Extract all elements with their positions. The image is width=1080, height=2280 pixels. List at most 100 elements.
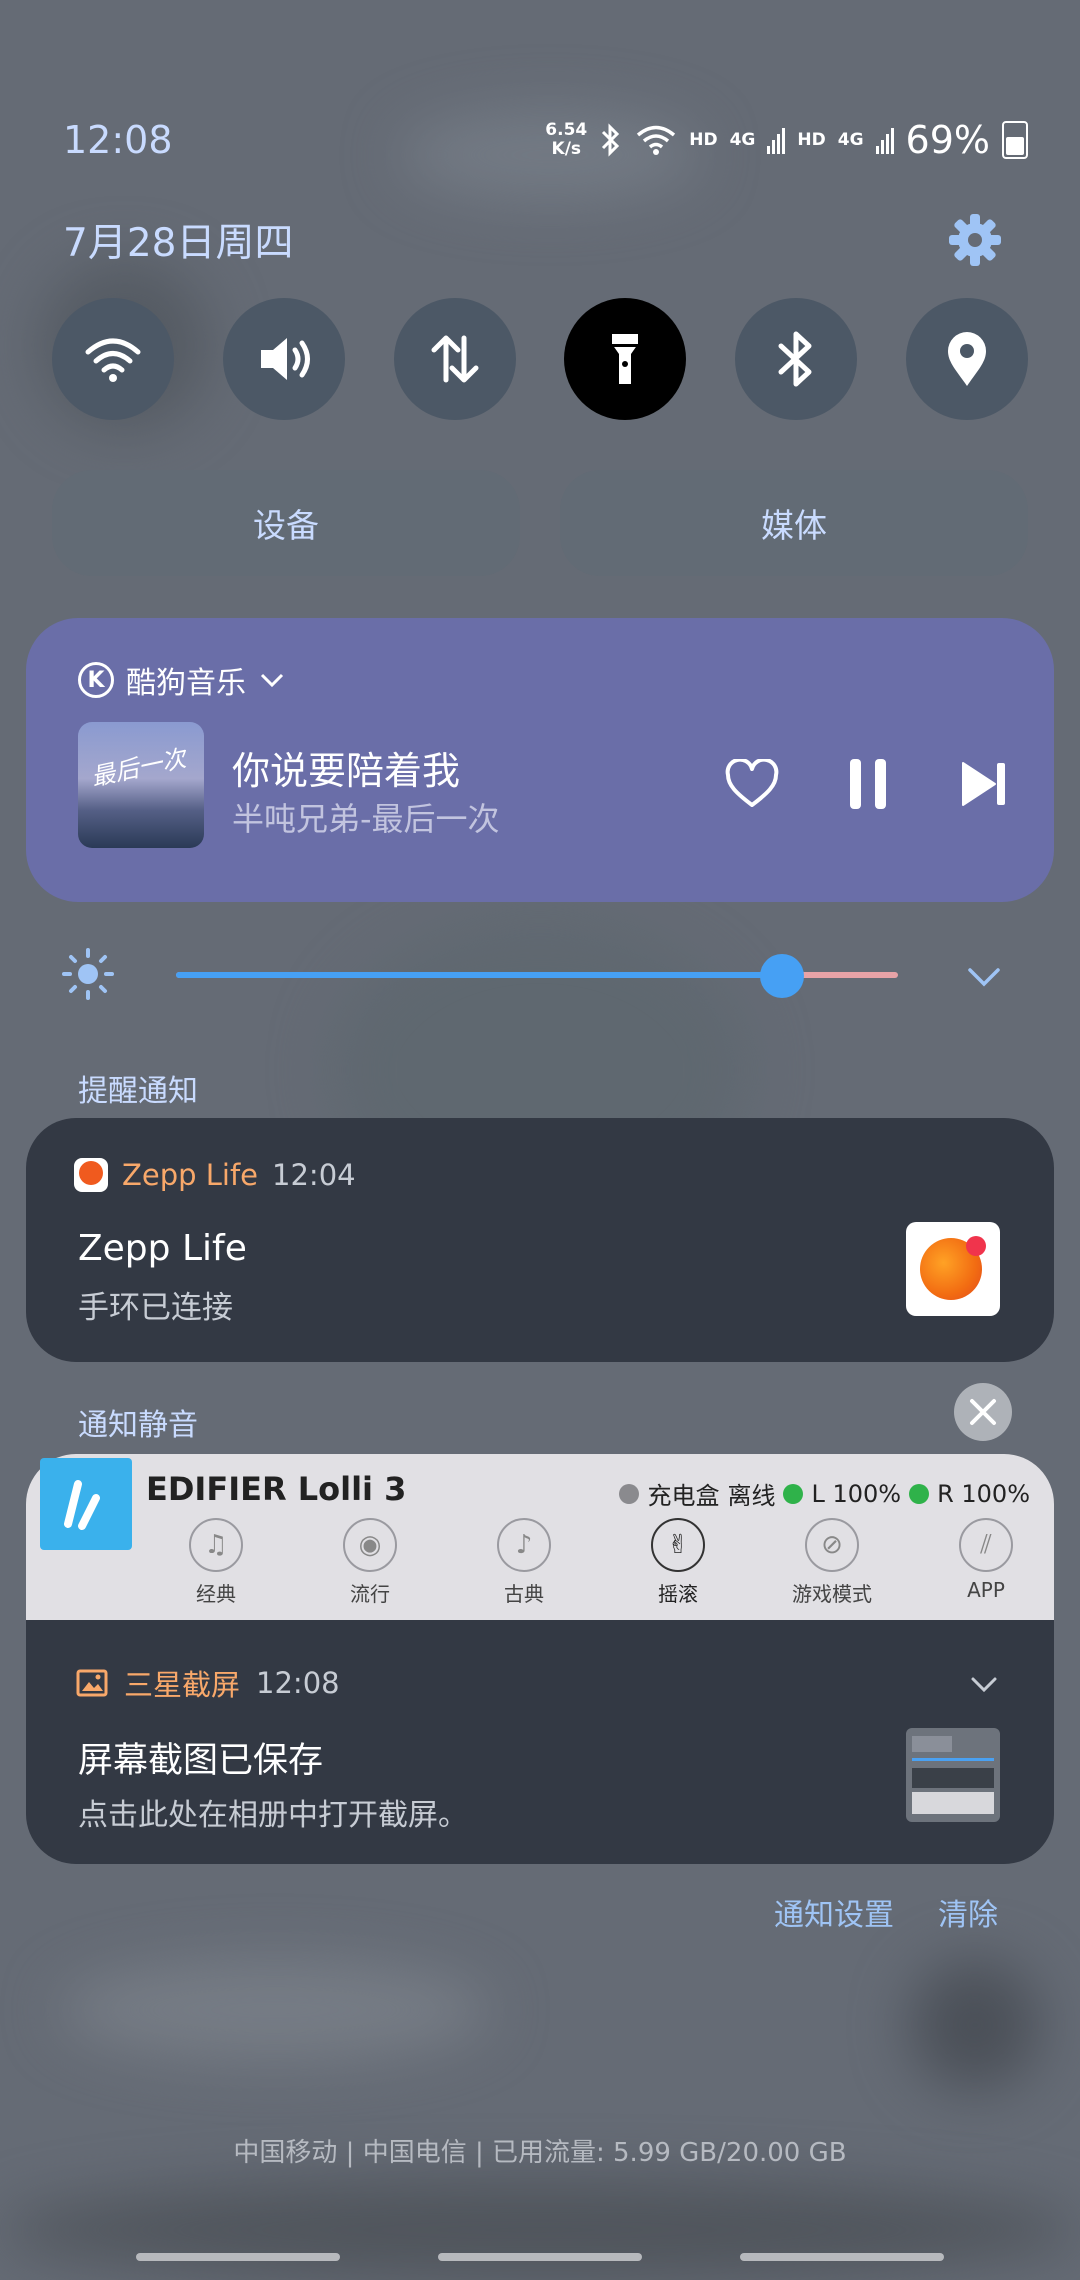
eq-mode-label: 古典: [504, 1582, 544, 1606]
signal-icon: [875, 128, 894, 154]
reminders-section-label: 提醒通知: [78, 1074, 198, 1109]
edifier-app-icon: ⫽: [959, 1518, 1013, 1572]
eq-mode-row: ♫ 经典 ◉ 流行 ♪ 古典 ✌ 摇滚 ⊘ 游戏模式 ⫽ APP: [166, 1518, 1036, 1607]
brightness-icon: [62, 948, 114, 1000]
album-cover-text: 最后一次: [88, 744, 189, 792]
mobile-data-toggle[interactable]: [393, 298, 516, 420]
media-app-name: 酷狗音乐: [126, 666, 246, 701]
nav-bar-handle[interactable]: [740, 2253, 944, 2261]
eq-mode-label: 经典: [196, 1582, 236, 1606]
silent-section-label: 通知静音: [78, 1408, 198, 1443]
bluetooth-icon: [778, 331, 812, 387]
pause-icon: [850, 759, 886, 809]
image-icon: [76, 1669, 108, 1697]
status-icons: 6.54 K/s HD 4G HD 4G 69%: [545, 118, 1028, 162]
edifier-earbuds-widget[interactable]: EDIFIER Lolli 3 充电盒 离线 L 100% R 100% ♫ 经…: [26, 1454, 1054, 1620]
vinyl-icon: ◉: [343, 1518, 397, 1572]
right-battery: R 100%: [937, 1479, 1030, 1508]
song-title: 你说要陪着我: [232, 749, 461, 793]
device-media-row: 设备 媒体: [52, 470, 1028, 576]
volume-toggle[interactable]: [222, 298, 345, 420]
expand-chevron-icon[interactable]: [968, 1668, 1000, 1700]
brightness-expand-chevron-icon[interactable]: [964, 956, 1004, 996]
case-status: 离线: [727, 1482, 776, 1510]
eq-mode-label: 摇滚: [658, 1582, 698, 1606]
battery-icon: [1002, 121, 1028, 159]
eq-mode-pop[interactable]: ◉ 流行: [320, 1518, 420, 1607]
notification-header: 三星截屏 12:08: [76, 1662, 340, 1704]
brightness-slider-fill: [176, 972, 783, 978]
wifi-status-icon: [637, 125, 676, 155]
eq-mode-label: APP: [967, 1578, 1005, 1602]
song-artist: 半吨兄弟-最后一次: [232, 800, 500, 838]
zepp-life-notification[interactable]: Zepp Life 12:04 Zepp Life 手环已连接: [26, 1118, 1054, 1362]
right-status-dot: [909, 1483, 930, 1504]
media-button[interactable]: 媒体: [560, 470, 1028, 576]
notification-time: 12:08: [256, 1666, 340, 1700]
clear-all-button[interactable]: 清除: [938, 1890, 998, 1934]
notification-time: 12:04: [272, 1158, 356, 1192]
eq-mode-label: 流行: [350, 1582, 390, 1606]
notification-body: 点击此处在相册中打开截屏。: [78, 1798, 468, 1833]
left-battery: L 100%: [811, 1479, 902, 1508]
bluetooth-status-icon: [602, 123, 620, 157]
album-cover: 最后一次: [78, 722, 204, 848]
pause-button[interactable]: [836, 752, 900, 816]
eq-mode-classic[interactable]: ♫ 经典: [166, 1518, 266, 1607]
notification-body: 手环已连接: [78, 1290, 233, 1326]
devices-button[interactable]: 设备: [52, 470, 520, 576]
screenshot-thumbnail[interactable]: [906, 1728, 1000, 1822]
nav-bar-handle[interactable]: [136, 2253, 340, 2261]
kugou-icon: K: [78, 662, 114, 698]
nav-bar-handle[interactable]: [438, 2253, 642, 2261]
signal-icon: [767, 128, 786, 154]
clear-silent-button[interactable]: [954, 1383, 1012, 1441]
media-player-card[interactable]: K 酷狗音乐 最后一次 你说要陪着我 半吨兄弟-最后一次: [26, 618, 1054, 902]
sim1-network: 4G: [729, 130, 756, 150]
bluetooth-toggle[interactable]: [735, 298, 858, 420]
wifi-toggle[interactable]: [52, 298, 174, 420]
left-status-dot: [783, 1483, 804, 1504]
sim2-network: 4G: [837, 130, 864, 150]
media-app-header[interactable]: K 酷狗音乐: [78, 658, 286, 702]
violin-icon: ♪: [497, 1518, 551, 1572]
location-icon: [947, 332, 986, 386]
gear-icon[interactable]: [945, 210, 1005, 270]
screenshot-notification[interactable]: 三星截屏 12:08 屏幕截图已保存 点击此处在相册中打开截屏。: [26, 1620, 1054, 1864]
flashlight-toggle[interactable]: [564, 298, 687, 420]
eq-mode-classical[interactable]: ♪ 古典: [474, 1518, 574, 1607]
eq-mode-app[interactable]: ⫽ APP: [936, 1518, 1036, 1607]
location-toggle[interactable]: [905, 298, 1028, 420]
quick-settings-row: [52, 298, 1028, 420]
net-speed: 6.54 K/s: [545, 121, 587, 159]
case-label: 充电盒: [647, 1482, 720, 1510]
flashlight-icon: [612, 334, 639, 384]
next-track-button[interactable]: [952, 752, 1016, 816]
sim2-hd: HD: [797, 130, 826, 150]
zepp-life-app-icon: [74, 1158, 108, 1192]
eq-mode-rock[interactable]: ✌ 摇滚: [628, 1518, 728, 1607]
edifier-device-name: EDIFIER Lolli 3: [146, 1470, 407, 1508]
sim1-hd: HD: [689, 130, 718, 150]
status-time: 12:08: [63, 118, 173, 162]
edifier-logo-icon: [40, 1458, 132, 1550]
close-icon: [970, 1399, 996, 1425]
heart-icon: [725, 759, 779, 807]
eq-mode-game[interactable]: ⊘ 游戏模式: [782, 1518, 882, 1607]
zepp-life-large-icon: [906, 1222, 1000, 1316]
notification-header: Zepp Life 12:04: [74, 1158, 356, 1192]
notification-settings-button[interactable]: 通知设置: [774, 1890, 894, 1934]
favorite-button[interactable]: [720, 752, 784, 816]
gamepad-icon: ⊘: [805, 1518, 859, 1572]
skip-next-icon: [962, 762, 1005, 806]
volume-icon: [260, 338, 310, 380]
notification-app-name: 三星截屏: [124, 1668, 241, 1702]
brightness-slider-thumb[interactable]: [760, 954, 805, 998]
notification-app-name: Zepp Life: [122, 1158, 259, 1192]
wifi-icon: [85, 338, 141, 382]
notification-title: 屏幕截图已保存: [78, 1741, 324, 1781]
notification-title: Zepp Life: [78, 1228, 247, 1269]
net-speed-unit: K/s: [551, 139, 582, 159]
rock-hand-icon: ✌: [651, 1518, 705, 1572]
wallpaper-blob: [910, 1960, 1040, 2090]
